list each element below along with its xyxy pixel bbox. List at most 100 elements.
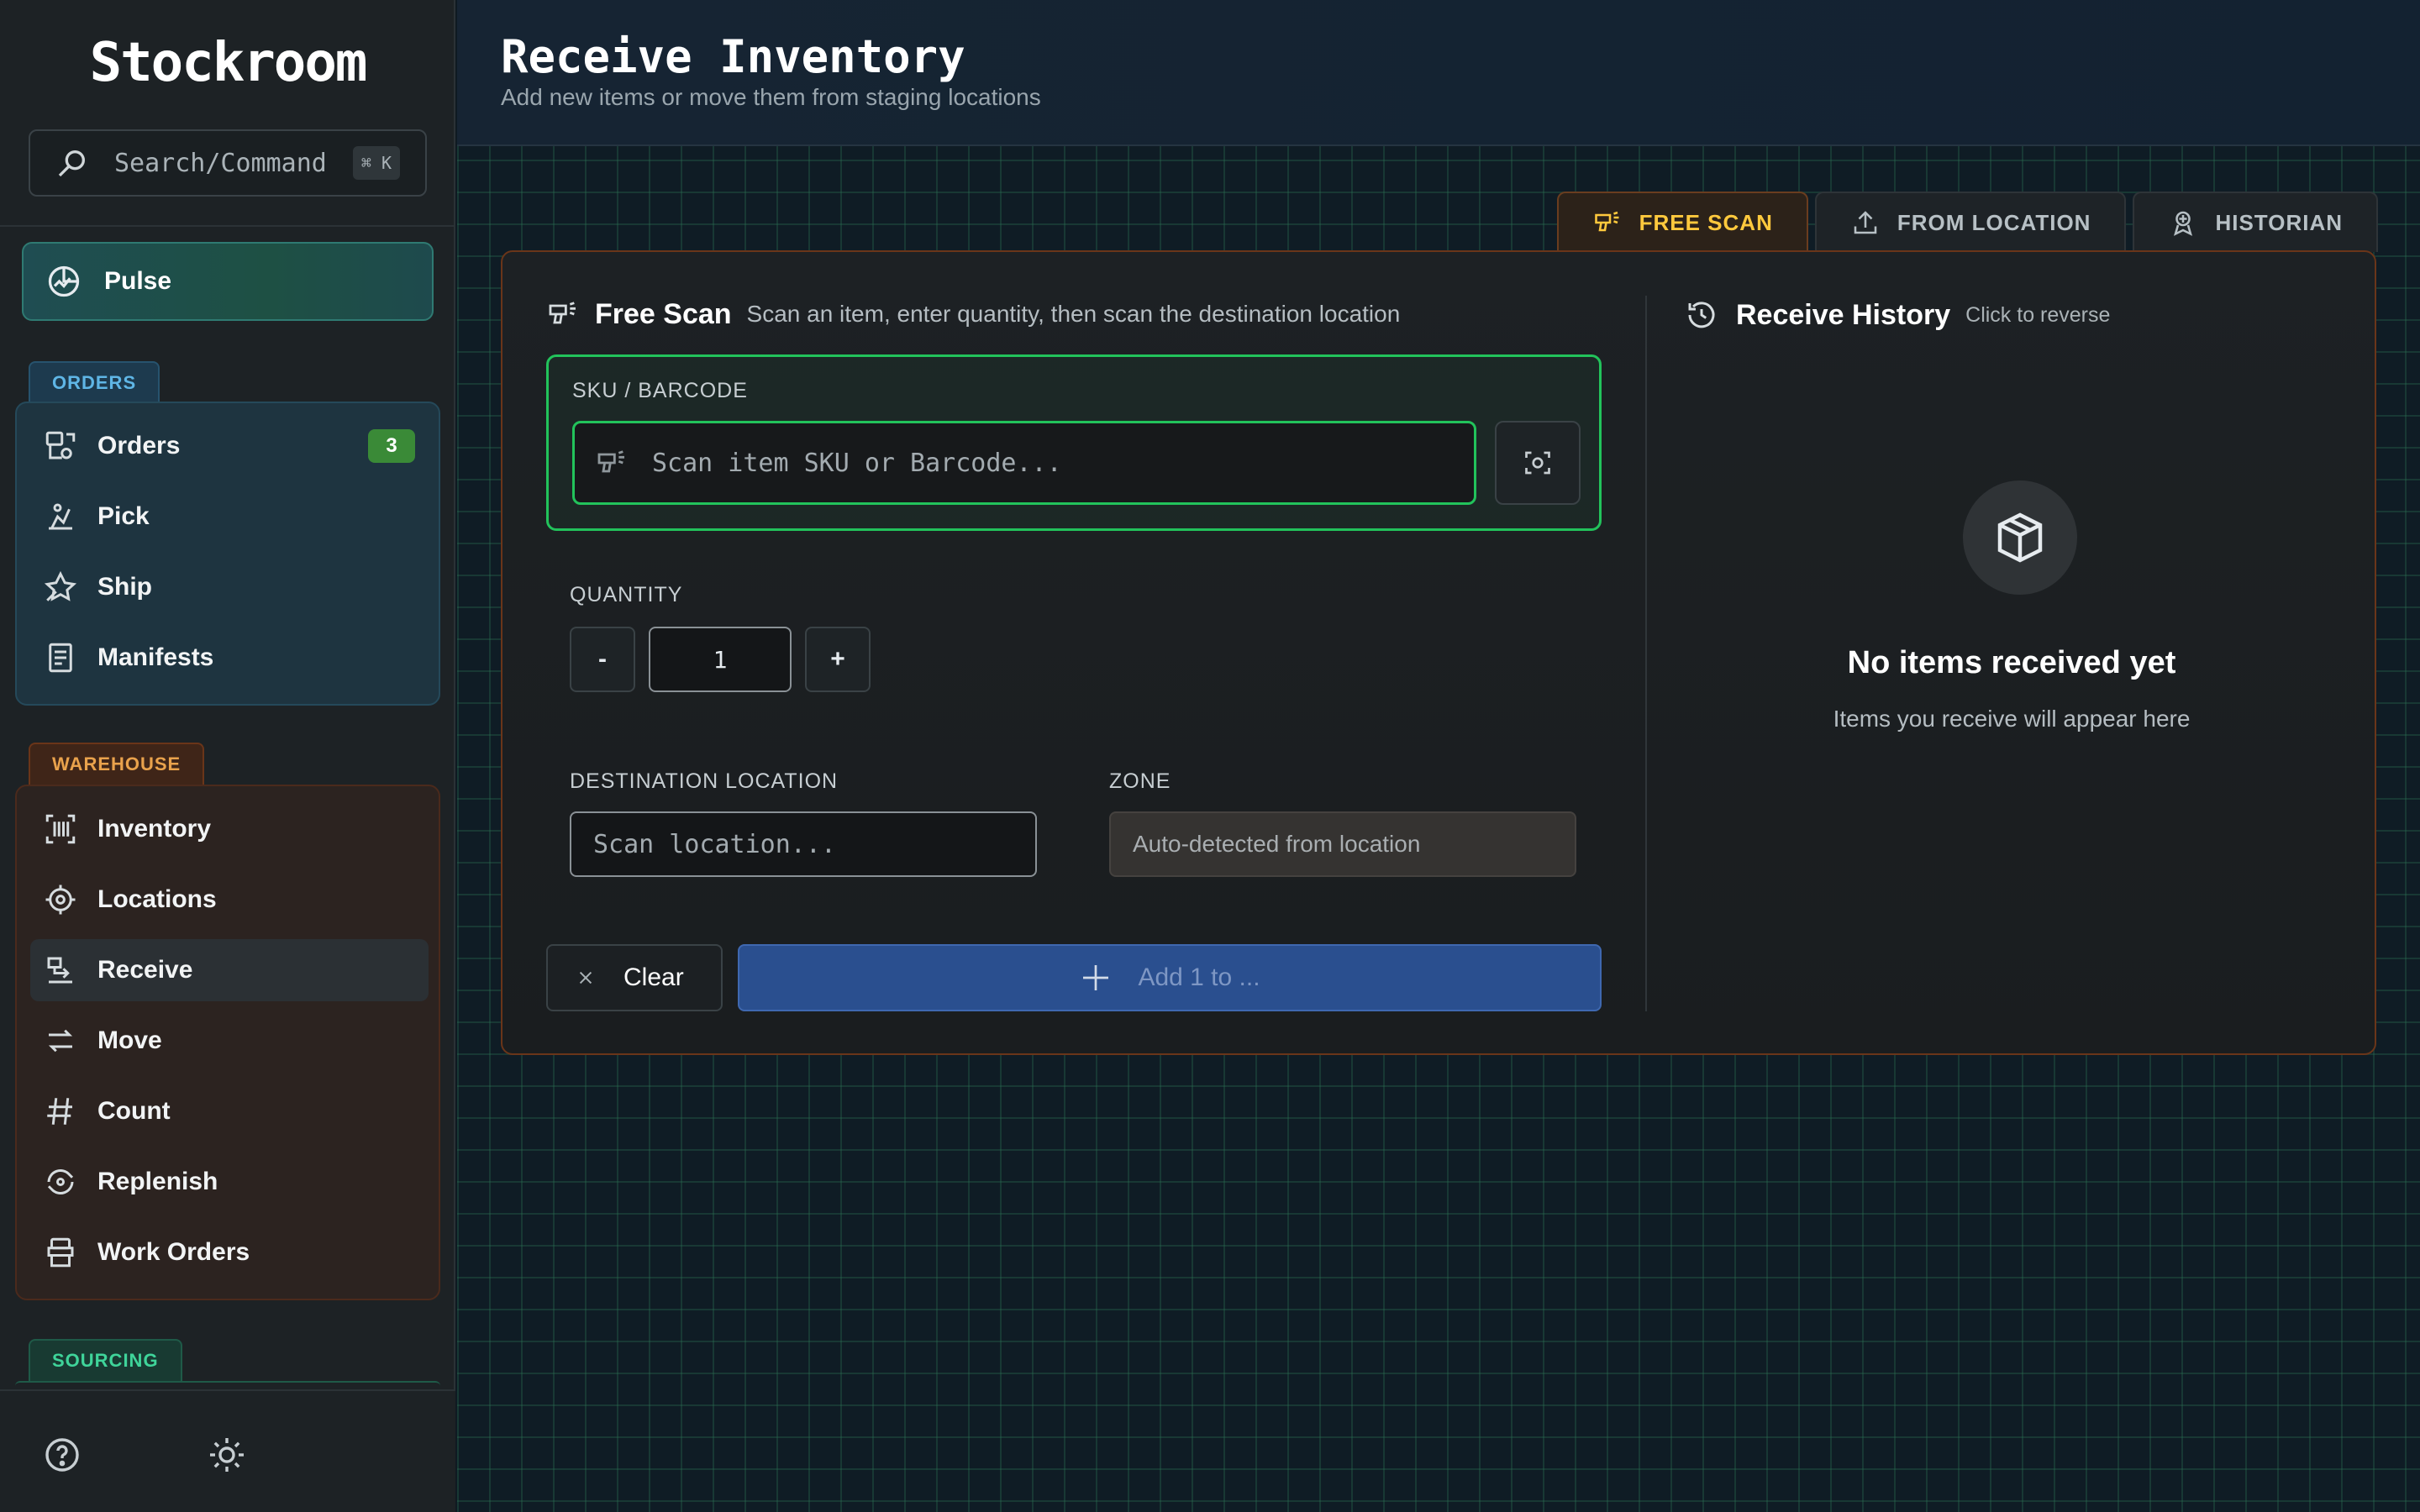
help-icon[interactable]: [42, 1435, 82, 1475]
sidebar-item-label: Count: [97, 1097, 171, 1125]
orders-icon: [42, 428, 79, 465]
sku-input[interactable]: Scan item SKU or Barcode...: [572, 421, 1476, 505]
free-scan-description: Scan an item, enter quantity, then scan …: [746, 301, 1401, 327]
camera-scan-icon: [1525, 451, 1550, 475]
mode-tabs: FREE SCAN FROM LOCATION HISTORIAN: [1550, 192, 2378, 252]
work-orders-icon: [42, 1234, 79, 1271]
warehouse-group: Inventory Locations Receive Move Count R…: [15, 785, 440, 1300]
quantity-input[interactable]: 1: [649, 627, 792, 692]
target-icon: [42, 881, 79, 918]
sidebar-item-label: Ship: [97, 573, 152, 601]
orders-group: Orders 3 Pick Ship Manifests: [15, 402, 440, 706]
nav-pulse-label: Pulse: [104, 267, 172, 295]
add-button-label: Add 1 to ...: [1138, 963, 1260, 991]
empty-state-subtitle: Items you receive will appear here: [1833, 706, 2191, 732]
sidebar-item-work-orders[interactable]: Work Orders: [30, 1221, 429, 1284]
destination-label: DESTINATION LOCATION: [570, 769, 839, 793]
divider: [0, 225, 455, 227]
add-button[interactable]: Add 1 to ...: [738, 944, 1602, 1011]
close-icon: [579, 971, 592, 984]
hash-icon: [42, 1093, 79, 1130]
chart-pie-icon: [48, 265, 80, 297]
sidebar-item-ship[interactable]: Ship: [30, 556, 429, 618]
scanner-icon: [597, 450, 624, 473]
keyboard-shortcut: ⌘ K: [352, 146, 400, 180]
sidebar: Stockroom Search/Command ⌘ K Pulse ORDER…: [0, 0, 455, 1512]
section-warehouse-title: WAREHOUSE: [29, 743, 205, 785]
destination-location-input[interactable]: Scan location...: [570, 811, 1037, 877]
receive-history-hint: Click to reverse: [1965, 302, 2111, 327]
sidebar-item-label: Pick: [97, 502, 150, 530]
orders-count-badge: 3: [368, 429, 415, 463]
sidebar-item-locations[interactable]: Locations: [30, 869, 429, 931]
free-scan-header: Free Scan Scan an item, enter quantity, …: [546, 297, 1400, 331]
camera-scan-button[interactable]: [1495, 421, 1581, 505]
zone-label: ZONE: [1109, 769, 1171, 793]
sku-label: SKU / BARCODE: [572, 379, 748, 402]
sidebar-item-label: Inventory: [97, 815, 212, 843]
clear-button-label: Clear: [623, 963, 684, 991]
receive-history-title: Receive History: [1736, 298, 1951, 331]
tab-label: FREE SCAN: [1639, 209, 1773, 235]
free-scan-title: Free Scan: [595, 297, 732, 330]
receive-icon: [42, 952, 79, 989]
history-clock-icon: [1688, 302, 1715, 328]
sourcing-group: [15, 1381, 440, 1386]
tab-free-scan[interactable]: FREE SCAN: [1556, 192, 1808, 252]
tab-from-location[interactable]: FROM LOCATION: [1814, 192, 2127, 252]
barcode-icon: [42, 811, 79, 848]
scanner-icon: [549, 302, 576, 324]
tab-historian[interactable]: HISTORIAN: [2133, 192, 2378, 252]
search-command-input[interactable]: Search/Command ⌘ K: [29, 129, 427, 197]
replenish-icon: [42, 1163, 79, 1200]
sku-placeholder: Scan item SKU or Barcode...: [652, 448, 1062, 478]
sidebar-item-inventory[interactable]: Inventory: [30, 798, 429, 860]
sidebar-item-orders[interactable]: Orders 3: [30, 415, 429, 477]
app-logo: Stockroom: [89, 32, 368, 94]
quantity-label: QUANTITY: [570, 583, 683, 606]
sidebar-item-label: Receive: [97, 956, 193, 984]
sidebar-item-pick[interactable]: Pick: [30, 486, 429, 548]
sidebar-item-manifests[interactable]: Manifests: [30, 627, 429, 689]
sidebar-item-move[interactable]: Move: [30, 1010, 429, 1072]
page-title: Receive Inventory: [501, 30, 965, 83]
manifest-icon: [42, 639, 79, 676]
ship-icon: [42, 569, 79, 606]
sidebar-item-count[interactable]: Count: [30, 1080, 429, 1142]
plus-icon: [1083, 965, 1109, 990]
section-sourcing-title: SOURCING: [29, 1339, 182, 1381]
quantity-increment-button[interactable]: +: [805, 627, 871, 692]
scanner-icon: [1594, 211, 1619, 232]
sun-icon[interactable]: [207, 1435, 247, 1475]
upload-icon: [1854, 211, 1877, 234]
zone-input: Auto-detected from location: [1109, 811, 1576, 877]
sidebar-item-label: Replenish: [97, 1168, 218, 1195]
pick-icon: [42, 498, 79, 535]
sidebar-item-label: Work Orders: [97, 1238, 250, 1266]
historian-icon: [2174, 211, 2193, 236]
sidebar-item-label: Manifests: [97, 643, 214, 671]
clear-button[interactable]: Clear: [546, 944, 723, 1011]
main-content: Receive Inventory Add new items or move …: [457, 0, 2420, 1512]
sidebar-item-replenish[interactable]: Replenish: [30, 1151, 429, 1213]
free-scan-panel: Free Scan Scan an item, enter quantity, …: [501, 250, 2376, 1055]
sidebar-item-label: Move: [97, 1026, 162, 1054]
receive-history-header: Receive History Click to reverse: [1684, 297, 2110, 333]
sidebar-footer: [0, 1389, 455, 1512]
package-box-icon: [1997, 512, 2043, 563]
tab-label: FROM LOCATION: [1897, 209, 2091, 235]
sku-field-group: SKU / BARCODE Scan item SKU or Barcode..…: [546, 354, 1602, 531]
empty-state-circle: [1963, 480, 2077, 595]
tab-label: HISTORIAN: [2215, 209, 2343, 235]
search-placeholder: Search/Command: [114, 148, 327, 178]
sidebar-item-receive[interactable]: Receive: [30, 939, 429, 1001]
quantity-decrement-button[interactable]: -: [570, 627, 635, 692]
page-subtitle: Add new items or move them from staging …: [501, 84, 1041, 110]
page-header: Receive Inventory Add new items or move …: [457, 0, 2420, 146]
search-icon: [58, 150, 86, 177]
section-orders-title: ORDERS: [29, 361, 160, 403]
sidebar-item-label: Locations: [97, 885, 217, 913]
nav-pulse[interactable]: Pulse: [22, 242, 434, 321]
empty-state-title: No items received yet: [1847, 645, 2176, 680]
move-icon: [42, 1022, 79, 1059]
